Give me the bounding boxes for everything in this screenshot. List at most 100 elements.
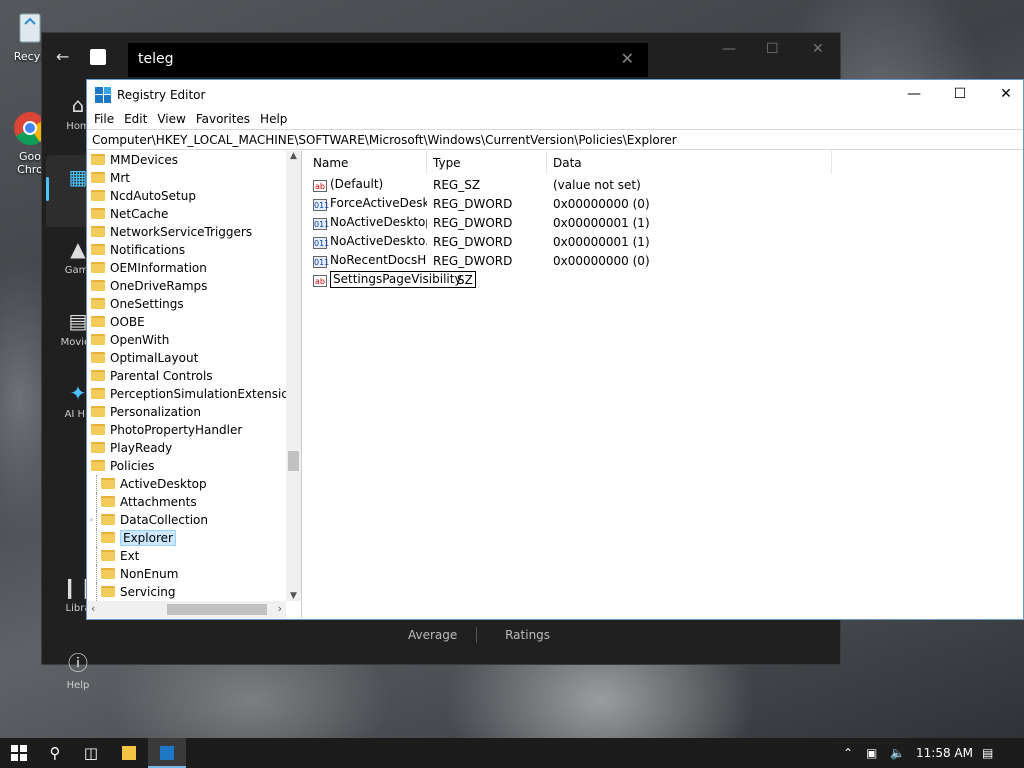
key-tree-pane[interactable]: MMDevices Mrt NcdAutoSetup NetCache NetworkS… bbox=[87, 151, 302, 618]
tree-node[interactable]: › DataCollection bbox=[87, 511, 286, 529]
menu-edit[interactable]: Edit bbox=[119, 112, 152, 126]
menu-favorites[interactable]: Favorites bbox=[191, 112, 255, 126]
menu-help[interactable]: Help bbox=[255, 112, 292, 126]
value-data-cell: 0x00000000 (0) bbox=[553, 196, 650, 211]
registry-titlebar: Registry Editor — ☐ ✕ bbox=[87, 80, 1023, 109]
tree-node[interactable]: OneDriveRamps bbox=[87, 277, 286, 295]
tree-node-label: Explorer bbox=[120, 530, 176, 546]
show-hidden-icons[interactable]: ⌃ bbox=[843, 738, 853, 768]
tree-node[interactable]: Ext bbox=[87, 547, 286, 565]
menu-file[interactable]: File bbox=[89, 112, 119, 126]
value-row[interactable]: ab (Default) REG_SZ (value not set) bbox=[307, 175, 1023, 194]
tree-node[interactable]: PlayReady bbox=[87, 439, 286, 457]
value-row[interactable]: 011NoActiveDesktop REG_DWORD 0x00000001 (1… bbox=[307, 213, 1023, 232]
tree-node[interactable]: MMDevices bbox=[87, 151, 286, 169]
scroll-down-icon[interactable]: ▼ bbox=[286, 591, 301, 601]
tree-node[interactable]: PhotoPropertyHandler bbox=[87, 421, 286, 439]
tree-node[interactable]: Parental Controls bbox=[87, 367, 286, 385]
tree-node[interactable]: NetworkServiceTriggers bbox=[87, 223, 286, 241]
tree-node[interactable]: OneSettings bbox=[87, 295, 286, 313]
tab-ratings[interactable]: Ratings bbox=[505, 628, 550, 642]
values-list-pane[interactable]: Name Type Data ab (Default) REG_SZ (value n… bbox=[307, 151, 1023, 618]
scroll-thumb[interactable] bbox=[167, 604, 267, 615]
value-data-cell: 0x00000001 (1) bbox=[553, 234, 650, 249]
menu-view[interactable]: View bbox=[152, 112, 190, 126]
background-tabs: Average Ratings bbox=[408, 628, 594, 642]
tree-node[interactable]: Policies bbox=[87, 457, 286, 475]
tree-node[interactable]: Mrt bbox=[87, 169, 286, 187]
tree-node[interactable]: NcdAutoSetup bbox=[87, 187, 286, 205]
back-arrow-icon[interactable]: ← bbox=[56, 47, 69, 66]
maximize-button[interactable]: ☐ bbox=[937, 80, 983, 109]
value-row[interactable]: 011NoRecentDocsH... REG_DWORD 0x00000000 (… bbox=[307, 251, 1023, 270]
volume-muted-icon[interactable]: 🔈 bbox=[890, 738, 905, 768]
tab-divider bbox=[476, 627, 477, 643]
value-data-cell: (value not set) bbox=[553, 177, 641, 192]
search-button[interactable]: ⚲ bbox=[36, 738, 74, 768]
value-name: NoActiveDeskto... bbox=[330, 234, 427, 248]
task-view-button[interactable]: ◫ bbox=[72, 738, 110, 768]
tree-node[interactable]: ActiveDesktop bbox=[87, 475, 286, 493]
tab-average[interactable]: Average bbox=[408, 628, 457, 642]
column-name[interactable]: Name bbox=[307, 151, 427, 174]
tree-node[interactable]: Explorer bbox=[87, 529, 286, 547]
minimize-icon[interactable]: — bbox=[722, 41, 736, 57]
tree-node[interactable]: Notifications bbox=[87, 241, 286, 259]
scroll-left-icon[interactable]: ‹ bbox=[91, 602, 95, 615]
tree-horizontal-scrollbar[interactable]: ‹ › bbox=[87, 601, 286, 618]
value-data-cell: 0x00000001 (1) bbox=[553, 215, 650, 230]
value-row[interactable]: 011NoActiveDeskto... REG_DWORD 0x00000001 … bbox=[307, 232, 1023, 251]
minimize-button[interactable]: — bbox=[891, 80, 937, 109]
binary-value-icon: 011 bbox=[313, 237, 330, 249]
clear-search-icon[interactable]: ✕ bbox=[621, 49, 634, 68]
folder-icon bbox=[91, 280, 105, 291]
start-button[interactable] bbox=[0, 738, 38, 768]
close-icon[interactable]: ✕ bbox=[812, 41, 824, 57]
expand-chevron-icon[interactable]: › bbox=[90, 511, 93, 529]
tree-node[interactable]: OOBE bbox=[87, 313, 286, 331]
nav-item-help[interactable]: ⓘ Help bbox=[46, 637, 110, 709]
desktop-icon-label: Goo Chro bbox=[17, 150, 43, 176]
column-type[interactable]: Type bbox=[427, 151, 547, 174]
search-input[interactable]: teleg ✕ bbox=[128, 43, 648, 77]
column-data[interactable]: Data bbox=[547, 151, 832, 174]
scroll-right-icon[interactable]: › bbox=[278, 602, 282, 615]
registry-editor-icon bbox=[160, 746, 174, 760]
folder-icon bbox=[91, 172, 105, 183]
taskbar-registry-editor[interactable] bbox=[148, 738, 186, 768]
folder-icon bbox=[91, 388, 105, 399]
folder-icon bbox=[91, 154, 105, 165]
folder-icon bbox=[101, 568, 115, 579]
string-value-icon: ab bbox=[313, 275, 327, 287]
scroll-up-icon[interactable]: ▲ bbox=[286, 151, 301, 161]
tree-node[interactable]: NonEnum bbox=[87, 565, 286, 583]
tree-node-label: OneSettings bbox=[110, 297, 184, 311]
notifications-icon[interactable]: ▤ bbox=[982, 738, 993, 768]
registry-editor-icon bbox=[95, 86, 111, 103]
taskbar-store-app[interactable] bbox=[110, 738, 148, 768]
network-icon[interactable]: ▣ bbox=[866, 738, 877, 768]
tree-node-label: Personalization bbox=[110, 405, 201, 419]
tree-node[interactable]: PerceptionSimulationExtensions bbox=[87, 385, 286, 403]
tree-node[interactable]: Servicing bbox=[87, 583, 286, 601]
clock[interactable]: 11:58 AM bbox=[916, 738, 973, 768]
address-bar[interactable]: Computer\HKEY_LOCAL_MACHINE\SOFTWARE\Mic… bbox=[87, 129, 1023, 150]
tree-vertical-scrollbar[interactable]: ▲ ▼ bbox=[286, 151, 301, 601]
value-row[interactable]: 011ForceActiveDesk... REG_DWORD 0x00000000… bbox=[307, 194, 1023, 213]
task-view-icon: ◫ bbox=[83, 744, 99, 762]
tree-node[interactable]: Attachments bbox=[87, 493, 286, 511]
tree-node-label: OpenWith bbox=[110, 333, 170, 347]
value-row[interactable]: ab SettingsPageVisibility SZ bbox=[307, 270, 1023, 289]
registry-editor-window[interactable]: Registry Editor — ☐ ✕ File Edit View Fav… bbox=[86, 79, 1024, 620]
scroll-thumb[interactable] bbox=[288, 451, 299, 471]
tree-node-label: PlayReady bbox=[110, 441, 173, 455]
tree-node[interactable]: OEMInformation bbox=[87, 259, 286, 277]
tree-node[interactable]: NetCache bbox=[87, 205, 286, 223]
tree-node-label: Ext bbox=[120, 549, 140, 563]
tree-node[interactable]: Personalization bbox=[87, 403, 286, 421]
maximize-icon[interactable]: ☐ bbox=[766, 41, 779, 57]
close-button[interactable]: ✕ bbox=[983, 80, 1024, 109]
tree-node[interactable]: OptimalLayout bbox=[87, 349, 286, 367]
folder-icon bbox=[101, 532, 115, 543]
tree-node[interactable]: OpenWith bbox=[87, 331, 286, 349]
